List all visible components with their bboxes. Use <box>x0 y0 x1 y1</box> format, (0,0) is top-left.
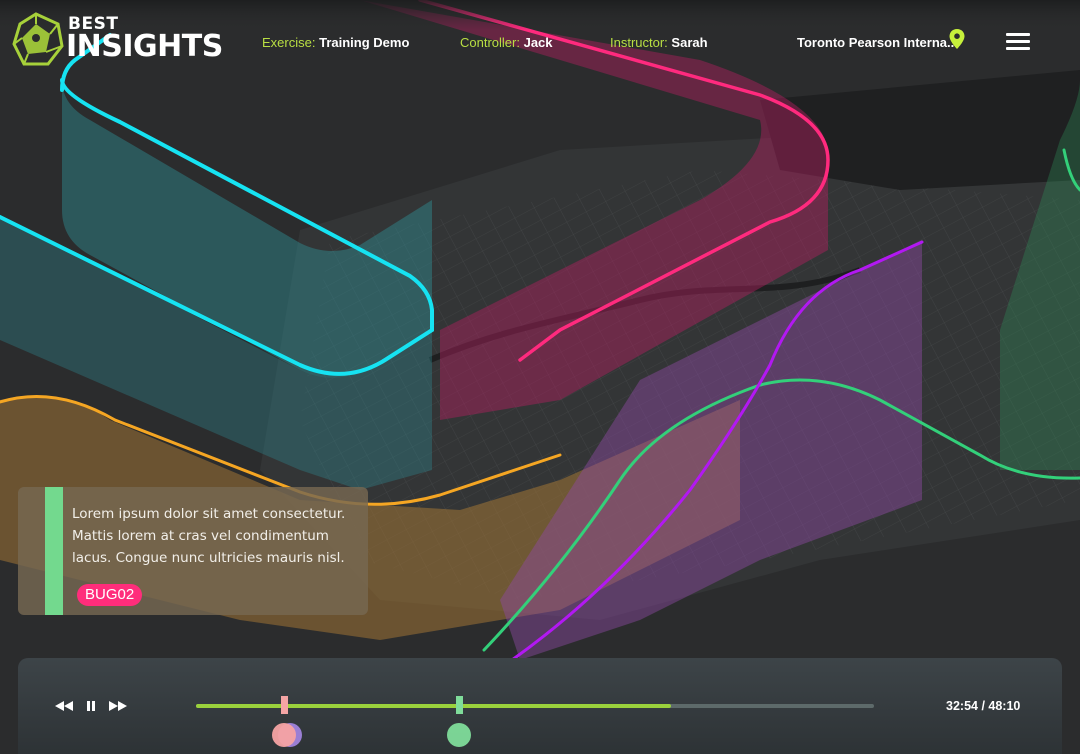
network-globe-icon <box>12 12 64 66</box>
instructor-value: Sarah <box>671 35 708 50</box>
controller-label: Controller: <box>460 35 520 50</box>
note-accent-bar <box>45 487 63 615</box>
time-display: 32:54 / 48:10 <box>946 699 1021 713</box>
exercise-label: Exercise: <box>262 35 316 50</box>
top-bar: BEST INSIGHTS Exercise: Training Demo Co… <box>0 0 1080 84</box>
bug-tag-badge[interactable]: BUG02 <box>77 584 143 606</box>
hamburger-menu-icon[interactable] <box>1006 33 1030 51</box>
exercise-info: Exercise: Training Demo <box>262 35 409 50</box>
timeline-event-dot[interactable] <box>272 723 296 747</box>
location-name[interactable]: Toronto Pearson Interna... <box>797 35 958 50</box>
timeline-event-dot[interactable] <box>447 723 471 747</box>
timeline-marker[interactable] <box>281 696 288 714</box>
map-visualization[interactable] <box>0 0 1080 754</box>
fast-forward-icon[interactable] <box>108 698 128 714</box>
map-pin-icon[interactable] <box>948 28 966 50</box>
rewind-icon[interactable] <box>54 698 74 714</box>
pause-icon[interactable] <box>86 698 96 714</box>
note-text: Lorem ipsum dolor sit amet consectetur. … <box>72 506 346 566</box>
controller-value: Jack <box>523 35 553 50</box>
timeline-progress <box>196 704 671 708</box>
instructor-info: Instructor: Sarah <box>610 35 708 50</box>
brand-bottom-text: INSIGHTS <box>66 29 223 64</box>
controller-info: Controller: Jack <box>460 35 553 50</box>
event-note-card[interactable]: Lorem ipsum dolor sit amet consectetur. … <box>18 487 368 615</box>
timeline-marker[interactable] <box>456 696 463 714</box>
brand-logo[interactable]: BEST INSIGHTS <box>12 10 223 72</box>
exercise-value: Training Demo <box>319 35 410 50</box>
instructor-label: Instructor: <box>610 35 668 50</box>
